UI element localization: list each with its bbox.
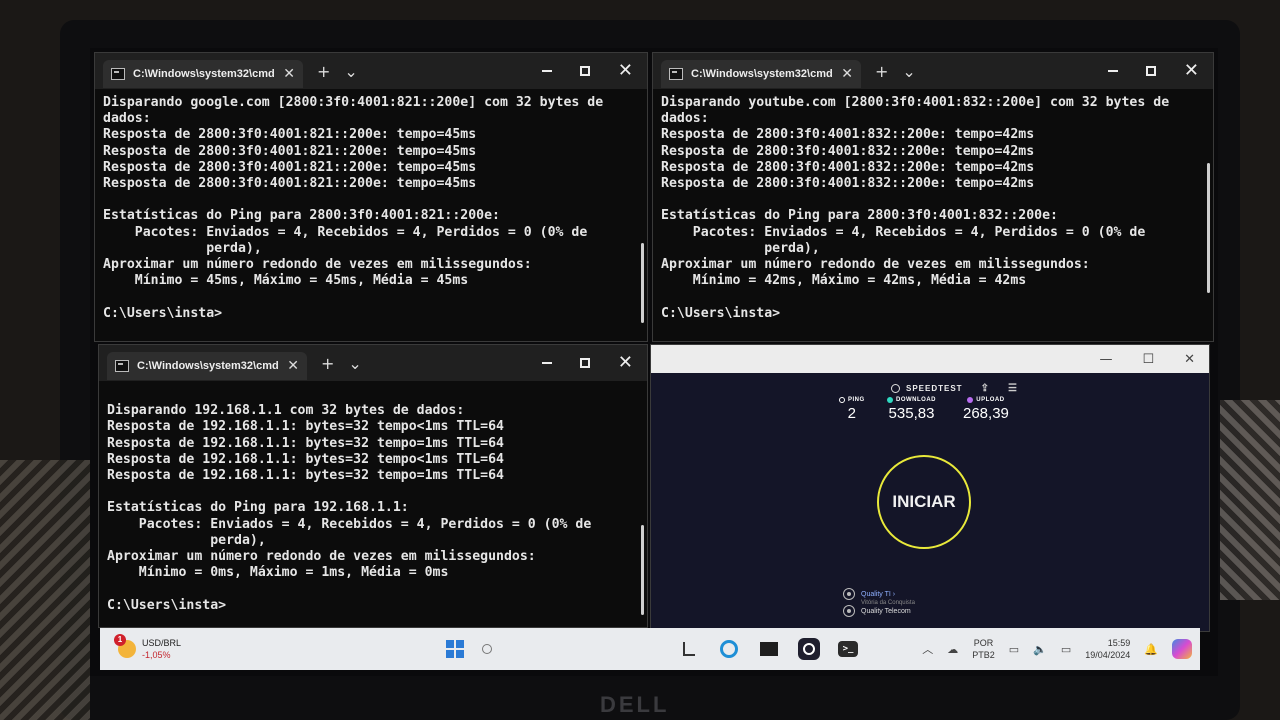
speedtest-window: — ☐ ✕ SPEEDTEST ⇪ ☰ PING 2 DOWNLOAD 535,… [650,344,1210,632]
tab-title: C:\Windows\system32\cmd.e [133,68,276,80]
cmd-icon [115,360,129,372]
terminal-window-router: C:\Windows\system32\cmd.e ✕ + ⌄ ✕ Dispar… [98,344,648,628]
terminal-window-google: C:\Windows\system32\cmd.e ✕ + ⌄ ✕ Dispar… [94,52,648,342]
notification-bell-icon[interactable]: 🔔 [1144,643,1158,656]
terminal-tab[interactable]: C:\Windows\system32\cmd.e ✕ [103,60,303,88]
scrollbar[interactable] [1207,163,1210,293]
speedtest-header: SPEEDTEST ⇪ ☰ [891,383,1018,394]
speedtest-brand: SPEEDTEST [906,384,963,393]
close-window-button[interactable]: ✕ [618,354,633,372]
speedtest-titlebar: — ☐ ✕ [651,345,1209,373]
language-indicator[interactable]: POR PTB2 [972,637,995,661]
minimize-button[interactable]: — [1099,352,1112,367]
window-controls: ✕ [1107,62,1213,80]
cmd-icon [669,68,683,80]
currency-icon: 1 [114,634,136,658]
network-icon[interactable]: ▭ [1009,643,1019,656]
minimize-button[interactable] [1107,70,1118,72]
maximize-button[interactable]: ☐ [1142,352,1154,367]
screen: C:\Windows\system32\cmd.e ✕ + ⌄ ✕ Dispar… [90,48,1218,676]
download-value: 535,83 [888,405,935,422]
close-window-button[interactable]: ✕ [1184,62,1199,80]
volume-icon[interactable]: 🔈 [1033,643,1047,656]
isp-provider[interactable]: Quality TI › Vitória da Conquista [843,581,915,606]
tab-title: C:\Windows\system32\cmd.e [137,360,280,372]
upload-value: 268,39 [963,405,1009,422]
background-fabric [0,460,90,720]
battery-icon[interactable]: ▭ [1061,643,1071,656]
terminal-tab[interactable]: C:\Windows\system32\cmd.e ✕ [107,352,307,380]
server-icon [843,587,855,600]
terminal-tab[interactable]: C:\Windows\system32\cmd.e ✕ [661,60,861,88]
cmd-button[interactable] [758,638,780,660]
maximize-button[interactable] [579,66,590,76]
search-icon[interactable] [482,644,492,654]
terminal-output[interactable]: Disparando 192.168.1.1 com 32 bytes de d… [99,381,647,620]
terminal-output[interactable]: Disparando google.com [2800:3f0:4001:821… [95,89,647,328]
cloud-icon[interactable]: ☁ [947,643,958,656]
edge-button[interactable] [718,638,740,660]
file-explorer-button[interactable] [678,638,700,660]
chevron-up-icon[interactable]: ︿ [922,641,933,657]
speedtest-icon [803,643,815,655]
new-tab-button[interactable]: + [875,62,888,81]
cmd-icon [760,642,778,656]
notification-badge: 1 [114,634,126,646]
taskbar: 1 USD/BRL -1,05% >_ ︿ ☁ POR PTB2 ▭ 🔈 ▭ 1… [100,628,1200,670]
background-fabric-right [1220,400,1280,600]
close-icon[interactable]: ✕ [283,66,295,82]
copilot-icon[interactable] [1172,639,1192,659]
clock[interactable]: 15:59 19/04/2024 [1085,637,1130,661]
settings-icon[interactable]: ☰ [1008,383,1018,394]
start-test-button[interactable]: INICIAR [877,455,971,549]
speedtest-logo-icon [891,384,900,393]
download-metric: DOWNLOAD 535,83 [887,397,936,422]
download-icon [887,397,893,403]
close-window-button[interactable]: ✕ [618,62,633,80]
scrollbar[interactable] [641,243,644,323]
dell-logo: DELL [600,692,670,717]
chevron-down-icon[interactable]: ⌄ [344,62,357,81]
maximize-button[interactable] [1145,66,1156,76]
terminal-titlebar: C:\Windows\system32\cmd.e ✕ + ⌄ ✕ [95,53,647,89]
globe-icon [843,605,855,617]
taskbar-apps: >_ [446,638,858,660]
search-input[interactable] [510,639,660,659]
terminal-window-youtube: C:\Windows\system32\cmd.e ✕ + ⌄ ✕ Dispar… [652,52,1214,342]
close-icon[interactable]: ✕ [287,358,299,374]
start-button[interactable] [446,640,464,658]
speedtest-app-button[interactable] [798,638,820,660]
tab-title: C:\Windows\system32\cmd.e [691,68,834,80]
new-tab-button[interactable]: + [321,354,334,373]
upload-icon [967,397,974,403]
window-controls: ✕ [541,354,647,372]
ping-metric: PING 2 [839,397,865,422]
system-tray: ︿ ☁ POR PTB2 ▭ 🔈 ▭ 15:59 19/04/2024 🔔 [922,637,1200,661]
scrollbar[interactable] [641,525,644,615]
new-tab-button[interactable]: + [317,62,330,81]
maximize-button[interactable] [579,358,590,368]
minimize-button[interactable] [541,70,552,72]
server-provider[interactable]: Quality Telecom [843,605,911,617]
edge-icon [720,640,738,658]
cmd-icon [111,68,125,80]
currency-widget[interactable]: 1 USD/BRL -1,05% [114,634,181,661]
folder-icon [683,642,695,656]
share-icon[interactable]: ⇪ [981,383,990,394]
close-icon[interactable]: ✕ [841,66,853,82]
terminal-titlebar: C:\Windows\system32\cmd.e ✕ + ⌄ ✕ [99,345,647,381]
upload-metric: UPLOAD 268,39 [963,397,1009,422]
terminal-app-button[interactable]: >_ [838,641,858,657]
chevron-down-icon[interactable]: ⌄ [348,354,361,373]
chevron-down-icon[interactable]: ⌄ [902,62,915,81]
minimize-button[interactable] [541,362,552,364]
close-window-button[interactable]: ✕ [1184,352,1195,367]
ping-value: 2 [847,405,856,422]
terminal-titlebar: C:\Windows\system32\cmd.e ✕ + ⌄ ✕ [653,53,1213,89]
terminal-output[interactable]: Disparando youtube.com [2800:3f0:4001:83… [653,89,1213,328]
window-controls: ✕ [541,62,647,80]
